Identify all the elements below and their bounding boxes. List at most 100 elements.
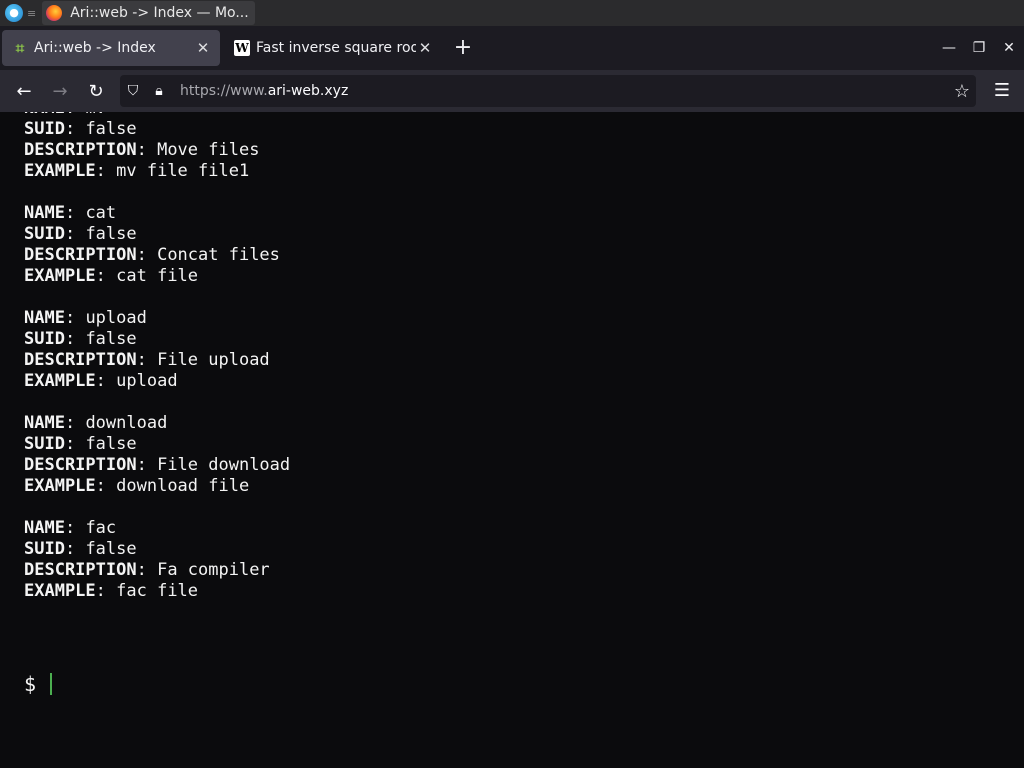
close-window-icon[interactable]: ✕ [994,40,1024,56]
entry-value: fac [85,518,117,538]
lock-icon[interactable]: 🔒︎ [146,83,172,99]
entry-value: File download [157,455,291,475]
entry-value: cat file [116,266,199,286]
entry-line: DESCRIPTION: Fa compiler [24,560,270,580]
entry-key: DESCRIPTION [24,560,137,580]
url-prefix: https://www. [180,83,268,99]
entry-key: DESCRIPTION [24,140,137,160]
back-button[interactable]: ← [6,75,42,107]
entry-value: upload [85,308,147,328]
entry-key: SUID [24,434,65,454]
entry-line: DESCRIPTION: File download [24,455,291,475]
entry-line: EXAMPLE: cat file [24,266,199,286]
entry-line: SUID: false [24,224,137,244]
os-window-title: Ari::web -> Index — Mo... [70,5,249,21]
star-icon[interactable]: ☆ [954,81,970,102]
entry-value: download file [116,476,250,496]
text-cursor [50,673,53,695]
prompt-symbol: $ [24,672,37,696]
command-entry: NAME: upload SUID: false DESCRIPTION: Fi… [24,308,290,392]
os-app-launcher-icon[interactable]: ● [5,4,23,22]
tab-fast-inverse-square-root[interactable]: W Fast inverse square root ✕ [224,30,442,66]
entry-key: NAME [24,112,65,118]
entry-line: NAME: upload [24,308,147,328]
entry-line: NAME: download [24,413,168,433]
entry-value: Concat files [157,245,280,265]
terminal-prompt[interactable]: $ [24,672,53,696]
entry-key: SUID [24,539,65,559]
entry-key: DESCRIPTION [24,245,137,265]
entry-line: EXAMPLE: fac file [24,581,199,601]
url-domain: ari-web.xyz [267,83,349,99]
terminal-output: NAME: mv SUID: false DESCRIPTION: Move f… [24,112,290,623]
entry-value: Fa compiler [157,560,270,580]
url-text[interactable]: https://www.ari-web.xyz [180,83,348,99]
window-controls: — ❐ ✕ [934,26,1024,70]
firefox-icon [46,5,63,21]
entry-value: File upload [157,350,270,370]
entry-key: SUID [24,329,65,349]
entry-value: false [85,329,137,349]
entry-line: EXAMPLE: download file [24,476,250,496]
entry-line: EXAMPLE: upload [24,371,178,391]
entry-line: SUID: false [24,539,137,559]
entry-value: false [85,119,137,139]
close-tab-icon[interactable]: ✕ [194,39,212,57]
os-menu-icon[interactable]: ≡ [27,7,36,20]
new-tab-button[interactable]: + [448,30,478,66]
reload-button[interactable]: ↻ [78,75,114,107]
entry-line: SUID: false [24,119,137,139]
entry-value: false [85,539,137,559]
forward-button[interactable]: → [42,75,78,107]
minimize-icon[interactable]: — [934,40,964,56]
entry-key: NAME [24,308,65,328]
os-window-button[interactable]: Ari::web -> Index — Mo... [42,1,255,25]
arrow-right-icon: → [52,80,68,102]
entry-value: mv file file1 [116,161,250,181]
entry-line: NAME: cat [24,203,117,223]
entry-line: NAME: fac [24,518,117,538]
restore-icon[interactable]: ❐ [964,40,994,56]
command-entry: NAME: cat SUID: false DESCRIPTION: Conca… [24,203,290,287]
entry-key: NAME [24,203,65,223]
url-bar[interactable]: ⛉ 🔒︎ https://www.ari-web.xyz ☆ [120,75,976,107]
entry-key: EXAMPLE [24,161,96,181]
entry-key: SUID [24,224,65,244]
entry-key: NAME [24,518,65,538]
entry-value: mv [85,112,105,118]
entry-value: false [85,224,137,244]
wikipedia-favicon-icon: W [234,40,250,56]
page-content: NAME: mv SUID: false DESCRIPTION: Move f… [0,112,1024,768]
entry-key: EXAMPLE [24,266,96,286]
entry-line: SUID: false [24,434,137,454]
entry-line: DESCRIPTION: Move files [24,140,260,160]
hamburger-menu-icon[interactable]: ☰ [994,80,1010,101]
arrow-left-icon: ← [16,80,32,102]
command-entry: NAME: fac SUID: false DESCRIPTION: Fa co… [24,518,290,602]
entry-key: EXAMPLE [24,371,96,391]
entry-line: DESCRIPTION: File upload [24,350,270,370]
reload-icon: ↻ [88,80,104,102]
navigation-bar: ← → ↻ ⛉ 🔒︎ https://www.ari-web.xyz ☆ ☰ [0,70,1024,113]
entry-key: EXAMPLE [24,476,96,496]
entry-line: DESCRIPTION: Concat files [24,245,280,265]
entry-value: Move files [157,140,260,160]
entry-line: SUID: false [24,329,137,349]
entry-key: DESCRIPTION [24,455,137,475]
close-tab-icon[interactable]: ✕ [416,39,434,57]
tab-ari-web[interactable]: ⌗ Ari::web -> Index ✕ [2,30,220,66]
os-taskbar: ● ≡ Ari::web -> Index — Mo... [0,0,1024,26]
tab-title: Fast inverse square root [256,40,416,56]
entry-line: NAME: mv [24,112,290,119]
entry-line: EXAMPLE: mv file file1 [24,161,250,181]
entry-key: DESCRIPTION [24,350,137,370]
entry-key: EXAMPLE [24,581,96,601]
command-entry: NAME: mv SUID: false DESCRIPTION: Move f… [24,112,290,182]
tab-title: Ari::web -> Index [34,40,156,56]
entry-value: download [85,413,168,433]
shield-icon[interactable]: ⛉ [120,83,146,99]
entry-value: false [85,434,137,454]
entry-value: fac file [116,581,199,601]
entry-key: NAME [24,413,65,433]
entry-key: SUID [24,119,65,139]
